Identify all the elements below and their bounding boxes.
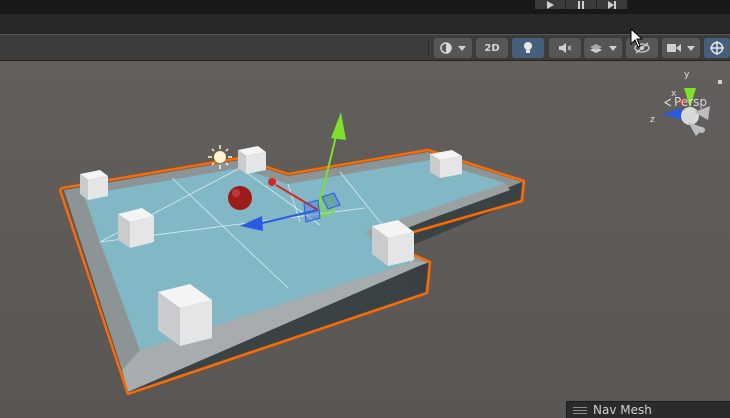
scene-toolbar: 2D <box>0 35 730 61</box>
cube <box>118 208 154 248</box>
chevron-down-icon <box>458 45 466 51</box>
camera-icon <box>667 44 681 52</box>
cube <box>430 150 462 178</box>
pause-icon <box>578 0 584 9</box>
chevron-down-icon <box>687 45 695 51</box>
play-controls <box>535 0 628 9</box>
gizmos-icon <box>710 41 724 55</box>
drag-handle-icon[interactable] <box>573 406 587 414</box>
mode-2d-label: 2D <box>484 42 500 54</box>
step-icon <box>608 0 616 9</box>
projection-label: Persp <box>674 95 707 109</box>
mode-2d-toggle[interactable]: 2D <box>476 38 508 58</box>
play-mode-bar <box>0 0 730 14</box>
audio-toggle[interactable] <box>549 38 581 58</box>
audio-icon <box>559 43 572 53</box>
axis-z-label: z <box>650 115 655 125</box>
sphere-object[interactable] <box>228 186 252 210</box>
tab-strip <box>0 14 730 34</box>
play-button[interactable] <box>535 0 566 9</box>
effects-icon <box>590 44 602 53</box>
pause-button[interactable] <box>566 0 597 9</box>
play-icon <box>547 0 554 9</box>
shading-mode-icon <box>440 42 452 54</box>
axis-y-label: y <box>684 70 690 80</box>
cube <box>238 146 266 174</box>
cube <box>80 170 108 200</box>
camera-settings-dropdown[interactable] <box>662 38 700 58</box>
chevron-down-icon <box>609 45 617 51</box>
scene-viewport[interactable]: y x z <box>0 61 730 418</box>
navmesh-overlay[interactable]: Nav Mesh <box>566 401 730 418</box>
shading-mode-dropdown[interactable] <box>434 38 472 58</box>
lighting-toggle[interactable] <box>512 38 544 58</box>
projection-toggle[interactable]: Persp <box>663 95 707 109</box>
chevron-left-icon <box>663 97 672 107</box>
mouse-cursor-icon <box>630 28 644 48</box>
navmesh-title: Nav Mesh <box>593 403 652 417</box>
gizmos-toggle[interactable] <box>704 38 730 58</box>
scene-canvas[interactable] <box>0 61 730 418</box>
toolbar-separator <box>428 40 429 56</box>
effects-dropdown[interactable] <box>584 38 622 58</box>
step-button[interactable] <box>597 0 628 9</box>
lighting-icon <box>524 42 532 53</box>
